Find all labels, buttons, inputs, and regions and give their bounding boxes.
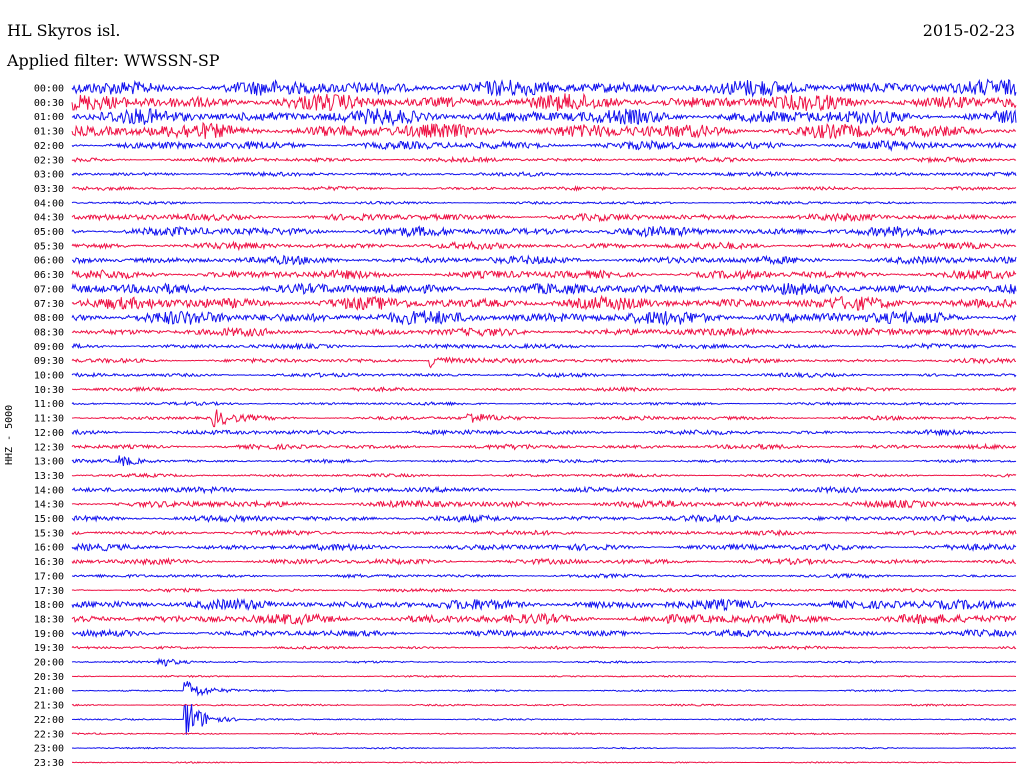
seismic-trace <box>71 703 1017 707</box>
seismic-trace <box>71 597 1017 612</box>
time-label: 08:00 <box>34 313 64 324</box>
time-label: 21:30 <box>34 701 64 712</box>
seismic-trace <box>71 170 1017 178</box>
time-label: 08:30 <box>34 327 64 338</box>
time-label: 06:30 <box>34 270 64 281</box>
time-label: 15:30 <box>34 528 64 539</box>
time-label: 23:30 <box>34 758 64 769</box>
seismic-trace <box>71 342 1017 351</box>
seismic-trace <box>71 225 1017 239</box>
time-label: 18:00 <box>34 600 64 611</box>
time-tick-labels: 00:00 00:30 01:00 01:30 02:00 02:30 03:00 03:30… <box>34 84 64 769</box>
seismic-trace <box>71 108 1017 127</box>
time-label: 12:00 <box>34 428 64 439</box>
time-label: 13:00 <box>34 457 64 468</box>
seismic-trace <box>71 78 1017 98</box>
time-label: 10:00 <box>34 371 64 382</box>
seismic-trace <box>71 268 1017 281</box>
seismic-trace <box>71 310 1017 327</box>
seismic-trace <box>71 542 1017 552</box>
seismic-trace <box>71 681 1017 697</box>
seismic-trace <box>72 485 1017 495</box>
time-label: 16:30 <box>34 557 64 568</box>
time-label: 05:00 <box>34 227 64 238</box>
time-label: 03:00 <box>34 170 64 181</box>
time-label: 23:00 <box>34 744 64 755</box>
seismic-trace <box>71 212 1017 223</box>
time-label: 16:00 <box>34 543 64 554</box>
time-label: 19:00 <box>34 629 64 640</box>
time-label: 20:00 <box>34 658 64 669</box>
seismic-trace <box>71 326 1017 338</box>
seismic-trace <box>71 139 1017 152</box>
seismic-trace <box>71 184 1017 192</box>
seismic-trace <box>71 371 1017 379</box>
helicorder-plot: 00:00 00:30 01:00 01:30 02:00 02:30 03:00 03:30… <box>34 78 1017 769</box>
seismic-trace <box>71 704 1017 735</box>
time-label: 07:30 <box>34 299 64 310</box>
seismic-trace <box>71 294 1017 311</box>
seismic-trace <box>71 121 1017 140</box>
seismic-trace <box>71 556 1017 566</box>
time-label: 22:00 <box>34 715 64 726</box>
seismic-trace <box>71 657 1017 667</box>
time-label: 22:30 <box>34 729 64 740</box>
seismic-trace <box>71 587 1017 594</box>
time-label: 20:30 <box>34 672 64 683</box>
time-label: 00:00 <box>34 84 64 95</box>
time-label: 05:30 <box>34 241 64 252</box>
seismic-trace <box>71 92 1017 112</box>
seismic-trace <box>71 746 1017 750</box>
seismic-trace <box>71 254 1017 266</box>
time-label: 14:30 <box>34 500 64 511</box>
time-label: 13:30 <box>34 471 64 482</box>
seismic-trace <box>71 645 1017 651</box>
time-label: 01:00 <box>34 112 64 123</box>
seismic-trace <box>71 400 1017 407</box>
time-label: 11:00 <box>34 399 64 410</box>
time-label: 04:00 <box>34 198 64 209</box>
time-label: 19:30 <box>34 643 64 654</box>
time-label: 03:30 <box>34 184 64 195</box>
time-label: 07:00 <box>34 284 64 295</box>
seismic-trace <box>71 761 1017 764</box>
seismic-trace <box>71 155 1017 164</box>
time-label: 06:00 <box>34 256 64 267</box>
time-label: 09:30 <box>34 356 64 367</box>
seismic-trace <box>71 356 1016 369</box>
time-label: 02:00 <box>34 141 64 152</box>
time-label: 15:00 <box>34 514 64 525</box>
seismic-trace <box>71 428 1017 437</box>
seismic-trace <box>71 529 1017 538</box>
time-label: 02:30 <box>34 155 64 166</box>
seismic-trace <box>71 200 1017 206</box>
time-label: 10:30 <box>34 385 64 396</box>
time-label: 17:00 <box>34 571 64 582</box>
time-label: 18:30 <box>34 614 64 625</box>
seismic-trace <box>71 572 1017 580</box>
time-label: 04:30 <box>34 213 64 224</box>
time-label: 21:00 <box>34 686 64 697</box>
time-label: 01:30 <box>34 127 64 138</box>
seismic-trace <box>71 240 1017 252</box>
seismic-trace <box>71 472 1017 479</box>
time-label: 00:30 <box>34 98 64 109</box>
seismic-trace <box>71 498 1017 509</box>
seismic-trace <box>71 513 1017 524</box>
seismic-trace <box>71 282 1017 296</box>
time-label: 09:00 <box>34 342 64 353</box>
seismic-trace <box>72 674 1017 679</box>
time-label: 14:00 <box>34 485 64 496</box>
seismic-trace <box>71 455 1017 467</box>
seismic-trace <box>71 732 1017 736</box>
time-label: 11:30 <box>34 414 64 425</box>
seismic-trace <box>71 612 1017 626</box>
seismic-trace <box>71 442 1017 451</box>
time-label: 17:30 <box>34 586 64 597</box>
seismic-trace <box>72 385 1017 393</box>
seismic-traces <box>71 78 1017 764</box>
time-label: 12:30 <box>34 442 64 453</box>
seismic-trace <box>71 409 1017 428</box>
seismic-trace <box>71 628 1017 638</box>
